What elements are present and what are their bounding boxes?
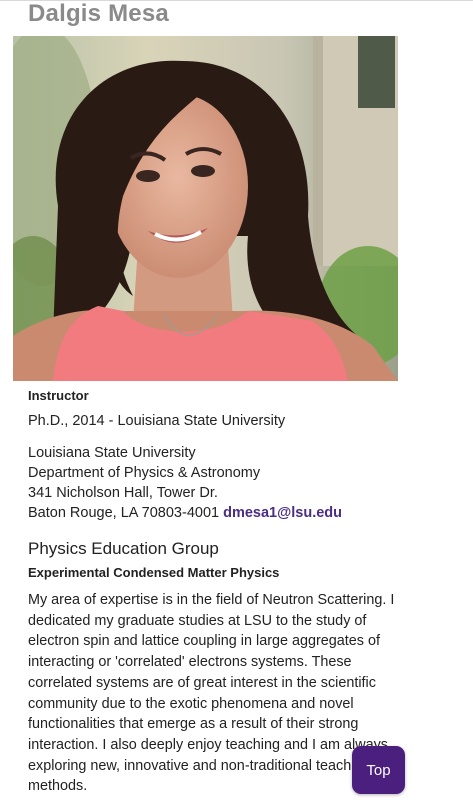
job-title: Instructor [28, 388, 89, 403]
research-group: Physics Education Group [28, 539, 219, 558]
page-title: Dalgis Mesa [28, 0, 169, 27]
address-line: 341 Nicholson Hall, Tower Dr. [28, 485, 218, 501]
address-line-with-email: Baton Rouge, LA 70803-4001 dmesa1@lsu.ed… [28, 503, 342, 523]
address-block: Louisiana State University Department of… [28, 443, 342, 523]
address-line: Department of Physics & Astronomy [28, 465, 261, 481]
back-to-top-button[interactable]: Top [352, 746, 405, 794]
profile-photo [13, 36, 398, 381]
email-link[interactable]: dmesa1@lsu.edu [223, 505, 342, 521]
address-city: Baton Rouge, LA 70803-4001 [28, 505, 220, 521]
degree-text: Ph.D., 2014 - Louisiana State University [28, 413, 286, 429]
research-area: Experimental Condensed Matter Physics [28, 565, 280, 580]
address-line: Louisiana State University [28, 445, 196, 461]
